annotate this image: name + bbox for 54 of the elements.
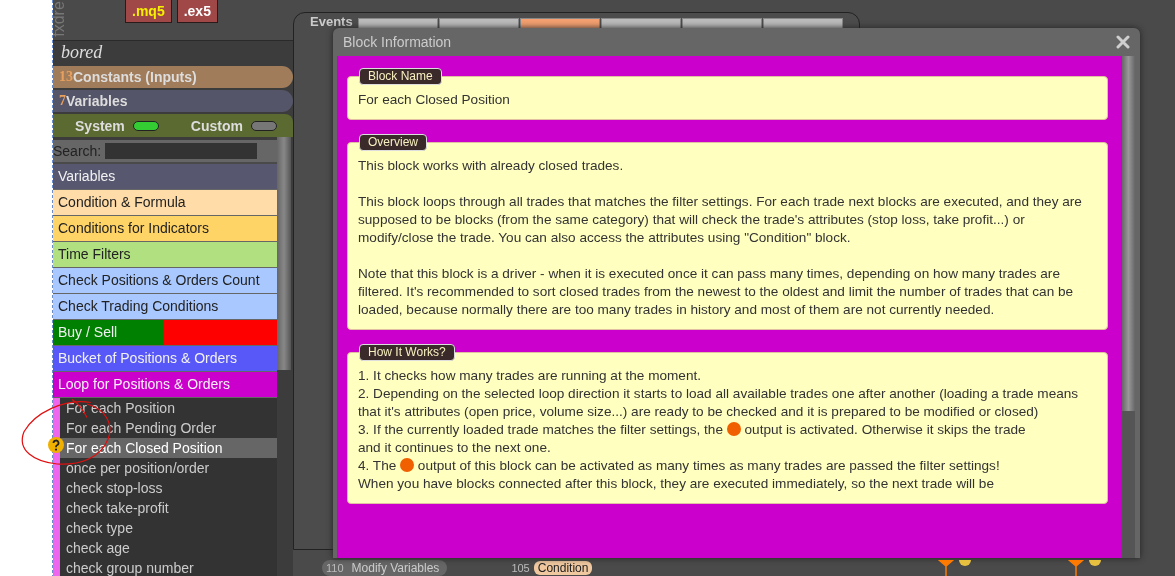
toggle-label: System [75, 117, 125, 134]
category-item[interactable]: Conditions for Indicators [53, 216, 277, 242]
scrollbar[interactable] [1122, 56, 1135, 558]
block-label: Modify Variables [350, 561, 441, 575]
info-text: This block loops through all trades that matches the filter settings. For each trade next blocks are executed, and they are supposed to be blocks (from the same category) that will check the trade's attributes (stop loss, take profit...) or modify/close the trade. You can also access the attributes using "Condition" block. [358, 194, 1082, 245]
toggle-switch[interactable] [251, 120, 277, 131]
block-number: 110 [326, 562, 344, 574]
file-button[interactable]: .mq5 [125, 0, 172, 23]
panel-title: Events [310, 14, 353, 29]
section-heading: How It Works? [359, 344, 455, 361]
block-item[interactable]: check age [60, 538, 277, 558]
category-item[interactable]: Check Trading Conditions [53, 294, 277, 320]
output-dot-icon [400, 458, 415, 472]
category-header[interactable]: Variables [53, 164, 277, 190]
category-item[interactable]: Buy / Sell [53, 320, 277, 346]
block-item[interactable]: check group number [60, 558, 277, 576]
category-item[interactable]: Loop for Positions & Orders [53, 372, 277, 398]
info-text: and it continues to the next one. [358, 440, 551, 455]
toggle-label: Custom [190, 117, 243, 134]
info-text: output of this block can be activated as many times as many trades are passed the filter settings! [417, 458, 1000, 473]
section-heading: Block Name [359, 68, 442, 85]
info-text: 1. It checks how many trades are running at the moment. [358, 368, 702, 383]
info-text: 2. Depending on the selected loop direction it starts to load all available trades one after another (loading a trade means that it's attributes (open price, volume size...) are ready to be checked and it is prepared to be modified or closed) [358, 386, 1079, 419]
block-item[interactable]: check type [60, 518, 277, 538]
info-text: When you have blocks connected after this block, they are executed immediately, so the next trade will be [358, 476, 994, 491]
project-name: bored [60, 41, 104, 64]
scrollbar[interactable] [277, 137, 291, 370]
help-icon[interactable] [48, 437, 64, 453]
info-text: output is activated. Otherwise it skips the trade [744, 422, 1026, 437]
info-text: 4. The [358, 458, 397, 473]
file-button[interactable]: .ex5 [176, 0, 218, 23]
search-field[interactable] [105, 143, 258, 159]
block-number: 105 [511, 562, 530, 574]
category-item[interactable]: Condition & Formula [53, 190, 277, 216]
section-heading: Overview [359, 134, 427, 151]
block-item[interactable]: once per position/order [60, 458, 277, 478]
info-text: This block works with already closed trades. [358, 158, 624, 173]
info-text: Note that this block is a driver - when it is executed once it can pass many times, depending on how many trades are filtered. It's recommended to sort closed trades from the newest to the oldest and limit the number of trades that can be loaded, because normally there are too many trades in history and most of them are not currently needed. [358, 266, 1074, 317]
variables-bar[interactable]: 7Variables [53, 90, 293, 112]
search-label: Search: [53, 143, 102, 159]
category-item[interactable]: Check Positions & Orders Count [53, 268, 277, 294]
canvas-block[interactable]: 110 Modify Variables [322, 560, 448, 576]
output-dot-icon [726, 422, 741, 436]
toggle-switch[interactable] [132, 120, 159, 131]
category-item[interactable]: Bucket of Positions & Orders [53, 346, 277, 372]
block-label: Condition [533, 561, 593, 575]
dialog-title: Block Information [343, 34, 452, 50]
info-text: 3. If the currently loaded trade matches the filter settings, the [358, 422, 723, 437]
block-item[interactable]: check take-profit [60, 498, 277, 518]
category-item[interactable]: Time Filters [53, 242, 277, 268]
close-icon[interactable] [1116, 35, 1130, 49]
block-item[interactable]: check stop-loss [60, 478, 277, 498]
canvas-block[interactable]: 105 Condition [507, 560, 597, 576]
info-text: For each Closed Position [358, 92, 510, 107]
